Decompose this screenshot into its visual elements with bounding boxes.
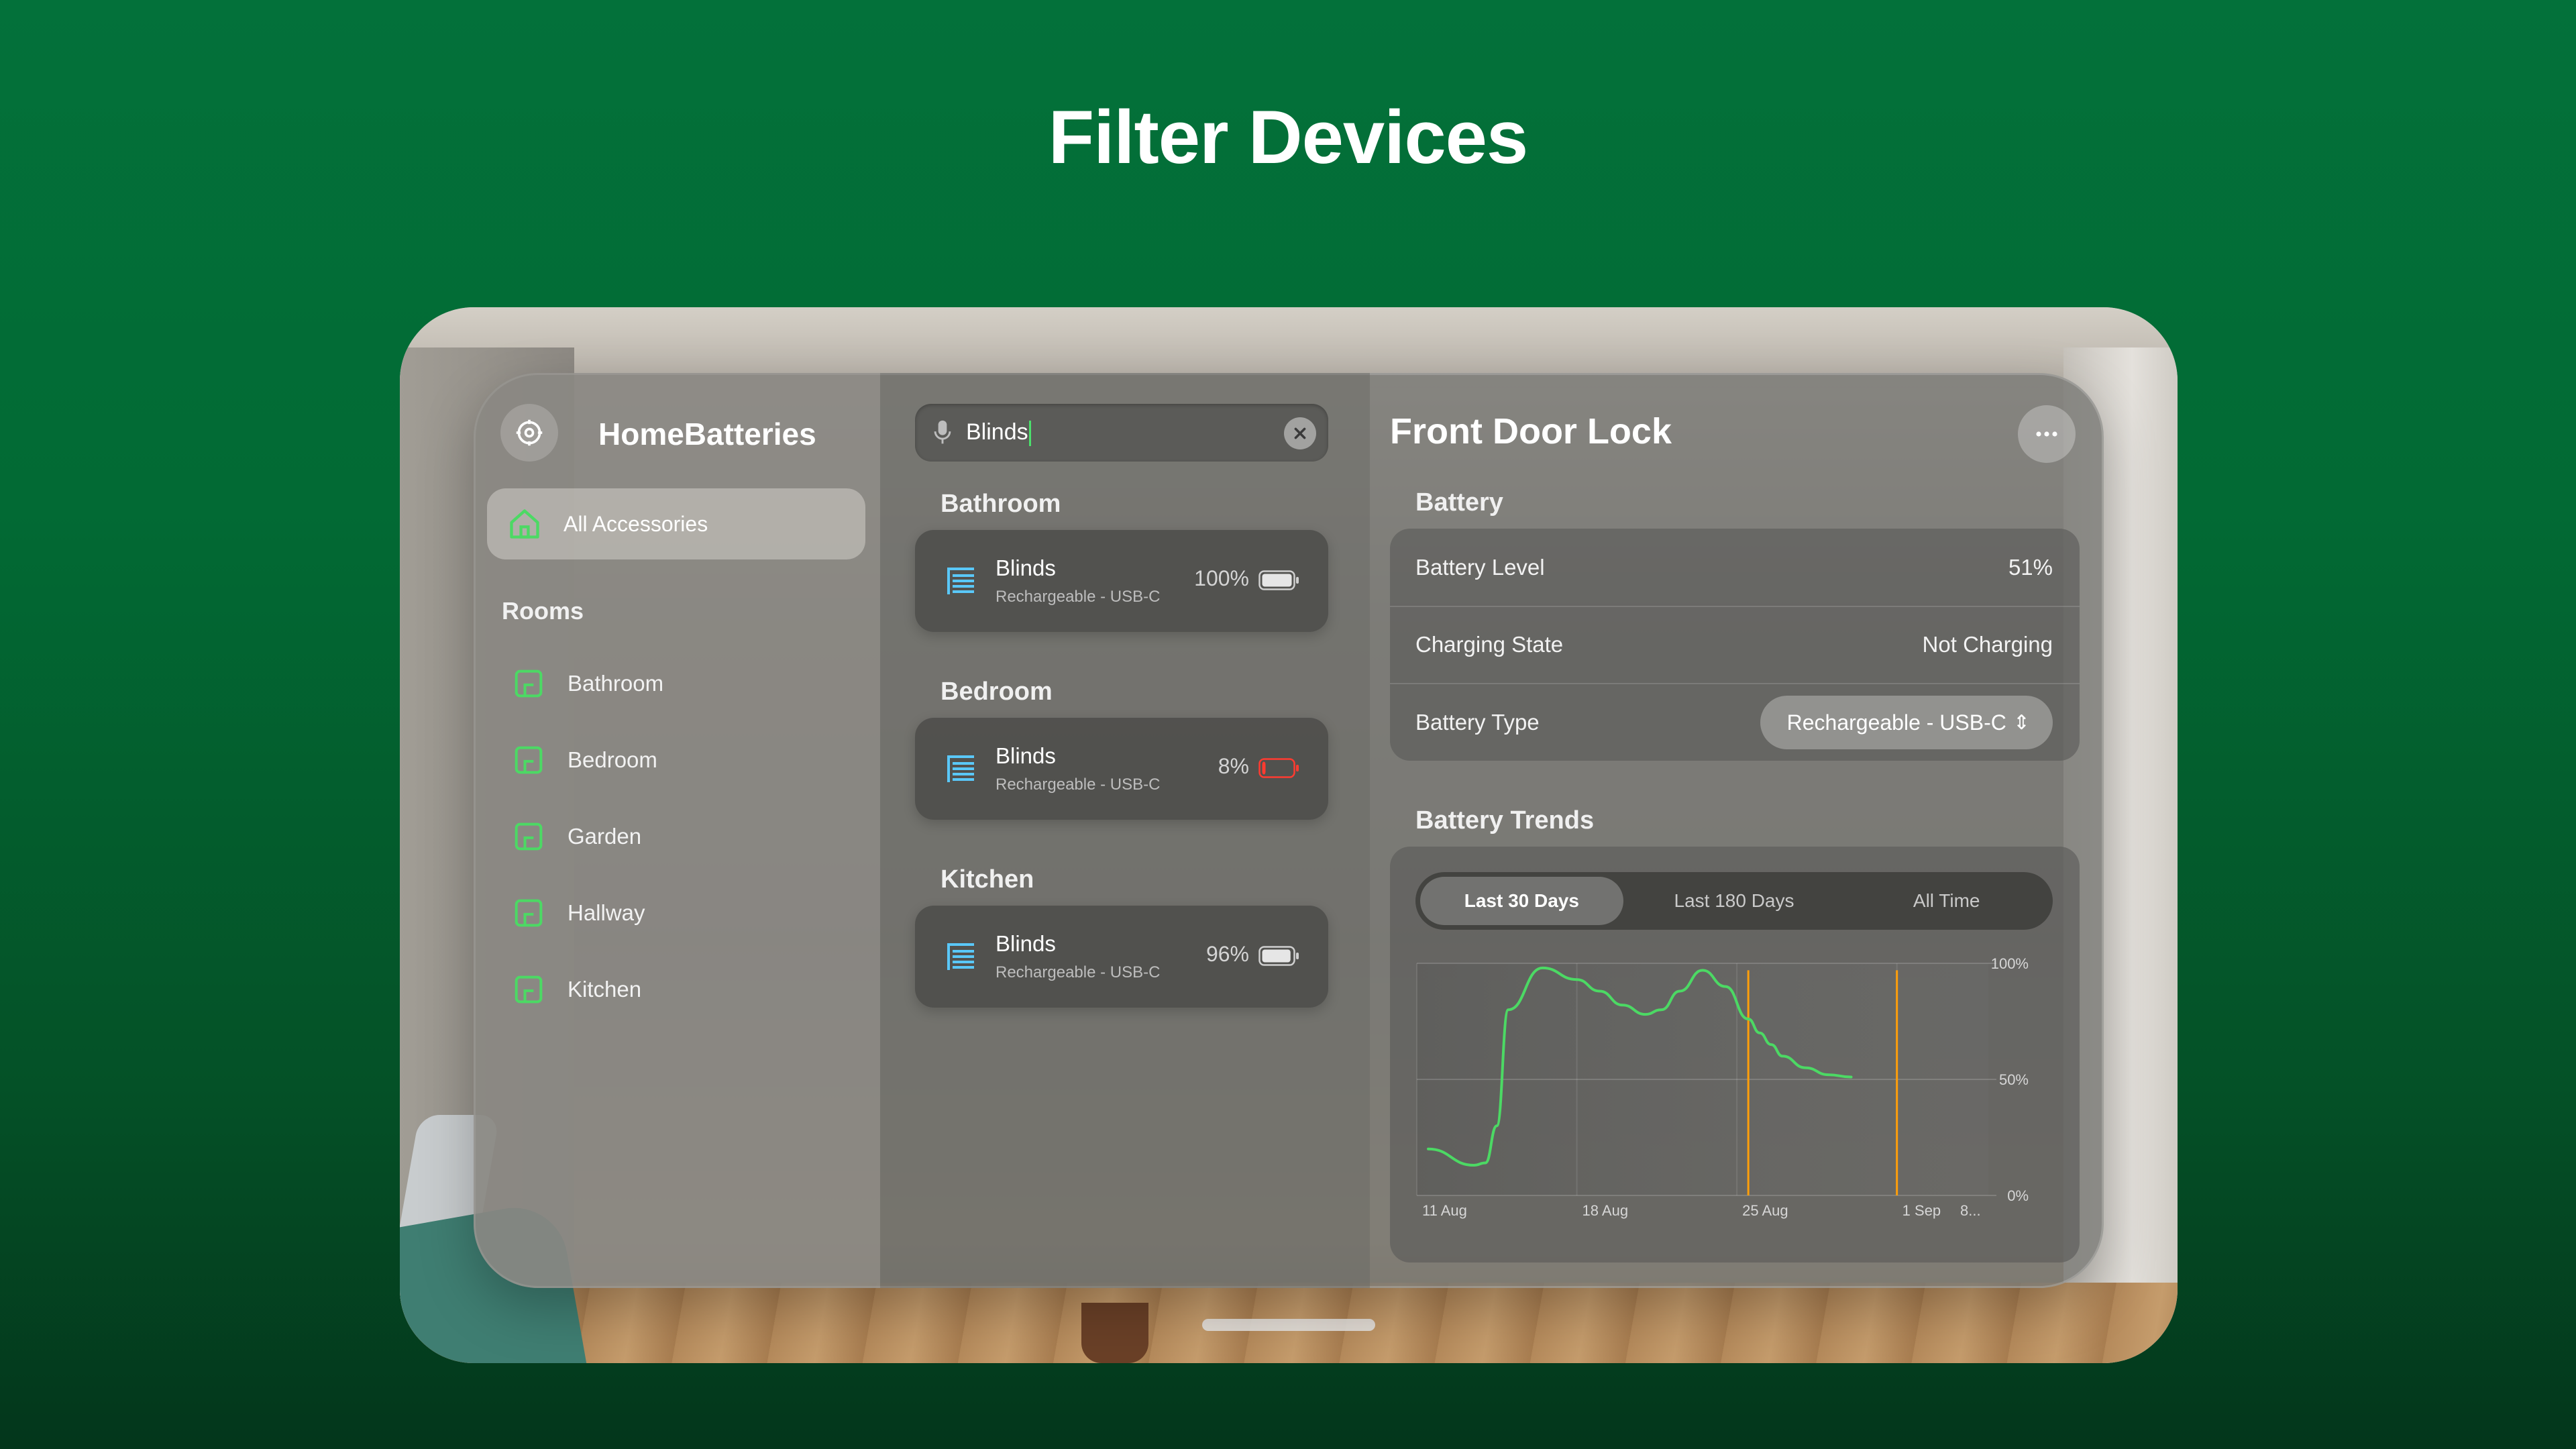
battery-heading: Battery <box>1415 488 1503 517</box>
sidebar-item-garden[interactable]: Garden <box>487 803 865 870</box>
x-tick-label: 25 Aug <box>1742 1202 1788 1219</box>
device-card[interactable]: Blinds Rechargeable - USB-C 8% <box>915 718 1328 820</box>
battery-percent: 96% <box>1205 942 1249 966</box>
sidebar-item-label: Hallway <box>568 900 645 925</box>
device-name: Blinds <box>996 931 1056 956</box>
settings-button[interactable] <box>500 404 558 462</box>
room-icon <box>515 975 543 1004</box>
y-tick-label: 50% <box>1999 1071 2029 1088</box>
sidebar-item-all-accessories[interactable]: All Accessories <box>487 488 865 559</box>
sidebar-item-bathroom[interactable]: Bathroom <box>487 650 865 717</box>
battery-icon <box>1258 946 1299 966</box>
sidebar-item-label: Kitchen <box>568 977 642 1002</box>
sidebar: HomeBatteries All Accessories Rooms Bath… <box>474 373 880 1288</box>
device-type: Rechargeable - USB-C <box>996 775 1161 794</box>
blinds-icon <box>947 943 974 970</box>
room-icon <box>515 899 543 927</box>
search-field[interactable]: Blinds <box>915 404 1328 462</box>
sidebar-item-bedroom[interactable]: Bedroom <box>487 727 865 794</box>
device-list: Blinds Bathroom Blinds Rechargeable - US… <box>880 373 1370 1288</box>
room-icon <box>515 822 543 851</box>
search-input-value: Blinds <box>966 419 1028 445</box>
x-tick-label: 18 Aug <box>1582 1202 1629 1219</box>
battery-type-value: Rechargeable - USB-C <box>1786 710 2006 735</box>
device-name: Blinds <box>996 555 1056 580</box>
charging-state-row: Charging State Not Charging <box>1390 606 2080 683</box>
rooms-heading: Rooms <box>502 597 584 625</box>
more-button[interactable] <box>2018 405 2076 463</box>
battery-percent: 8% <box>1218 754 1249 778</box>
battery-percent: 100% <box>1194 566 1249 590</box>
app-window: HomeBatteries All Accessories Rooms Bath… <box>474 373 2104 1288</box>
promo-title: Filter Devices <box>1048 95 1528 179</box>
row-value: 51% <box>2008 554 2053 580</box>
blinds-icon <box>947 755 974 782</box>
group-heading: Kitchen <box>941 865 1034 894</box>
ellipsis-icon <box>2036 431 2057 437</box>
battery-type-select[interactable]: Rechargeable - USB-C ⇕ <box>1760 696 2053 749</box>
close-icon <box>1294 427 1306 439</box>
gear-icon <box>516 419 543 446</box>
page-title: Front Door Lock <box>1390 411 1672 451</box>
row-key: Charging State <box>1415 631 1564 657</box>
chevron-up-down-icon: ⇕ <box>2012 711 2030 734</box>
battery-icon <box>1258 758 1299 778</box>
sidebar-item-label: All Accessories <box>564 511 708 536</box>
device-name: Blinds <box>996 743 1056 768</box>
battery-trend-chart: 100% 50% 0% 11 Aug 18 Aug 25 Aug 1 Sep 8... <box>1416 955 2029 1219</box>
device-card[interactable]: Blinds Rechargeable - USB-C 100% <box>915 530 1328 632</box>
battery-fill <box>1262 574 1292 587</box>
y-tick-label: 0% <box>2007 1187 2029 1204</box>
battery-fill <box>1262 949 1291 963</box>
sidebar-item-label: Bathroom <box>568 671 664 696</box>
battery-info-table: Battery Level 51% Charging State Not Cha… <box>1390 529 2080 761</box>
room-icon <box>515 746 543 774</box>
room-icon <box>515 669 543 698</box>
microphone-icon[interactable] <box>932 419 953 446</box>
house-icon <box>510 509 539 539</box>
battery-icon <box>1258 570 1299 590</box>
clear-search-button[interactable] <box>1284 417 1316 449</box>
plant-pot <box>1081 1303 1148 1363</box>
sidebar-item-label: Garden <box>568 824 642 849</box>
device-card[interactable]: Blinds Rechargeable - USB-C 96% <box>915 906 1328 1008</box>
text-caret <box>1028 421 1031 446</box>
battery-fill <box>1262 761 1266 775</box>
blinds-icon <box>947 568 974 594</box>
y-tick-label: 100% <box>1991 955 2029 972</box>
row-key: Battery Level <box>1415 554 1545 580</box>
trends-heading: Battery Trends <box>1415 806 1595 835</box>
group-heading: Bedroom <box>941 678 1053 706</box>
device-type: Rechargeable - USB-C <box>996 963 1161 981</box>
sidebar-item-kitchen[interactable]: Kitchen <box>487 956 865 1023</box>
x-tick-label: 11 Aug <box>1422 1202 1467 1219</box>
app-title: HomeBatteries <box>598 417 816 451</box>
x-tick-label: 1 Sep <box>1902 1202 1941 1219</box>
device-type: Rechargeable - USB-C <box>996 588 1161 606</box>
battery-type-row: Battery Type Rechargeable - USB-C ⇕ <box>1390 684 2080 761</box>
row-value: Not Charging <box>1922 631 2053 657</box>
group-heading: Bathroom <box>941 490 1061 518</box>
sidebar-item-label: Bedroom <box>568 747 657 772</box>
x-tick-label: 8... <box>1960 1202 1981 1219</box>
detail-pane: Front Door Lock Battery Battery Level 51… <box>1370 373 2104 1288</box>
sidebar-item-hallway[interactable]: Hallway <box>487 879 865 947</box>
battery-level-row: Battery Level 51% <box>1390 529 2080 606</box>
window-grabber[interactable] <box>1202 1319 1375 1331</box>
battery-trends-card: Last 30 Days Last 180 Days All Time 100%… <box>1390 847 2080 1263</box>
row-key: Battery Type <box>1415 709 1540 735</box>
